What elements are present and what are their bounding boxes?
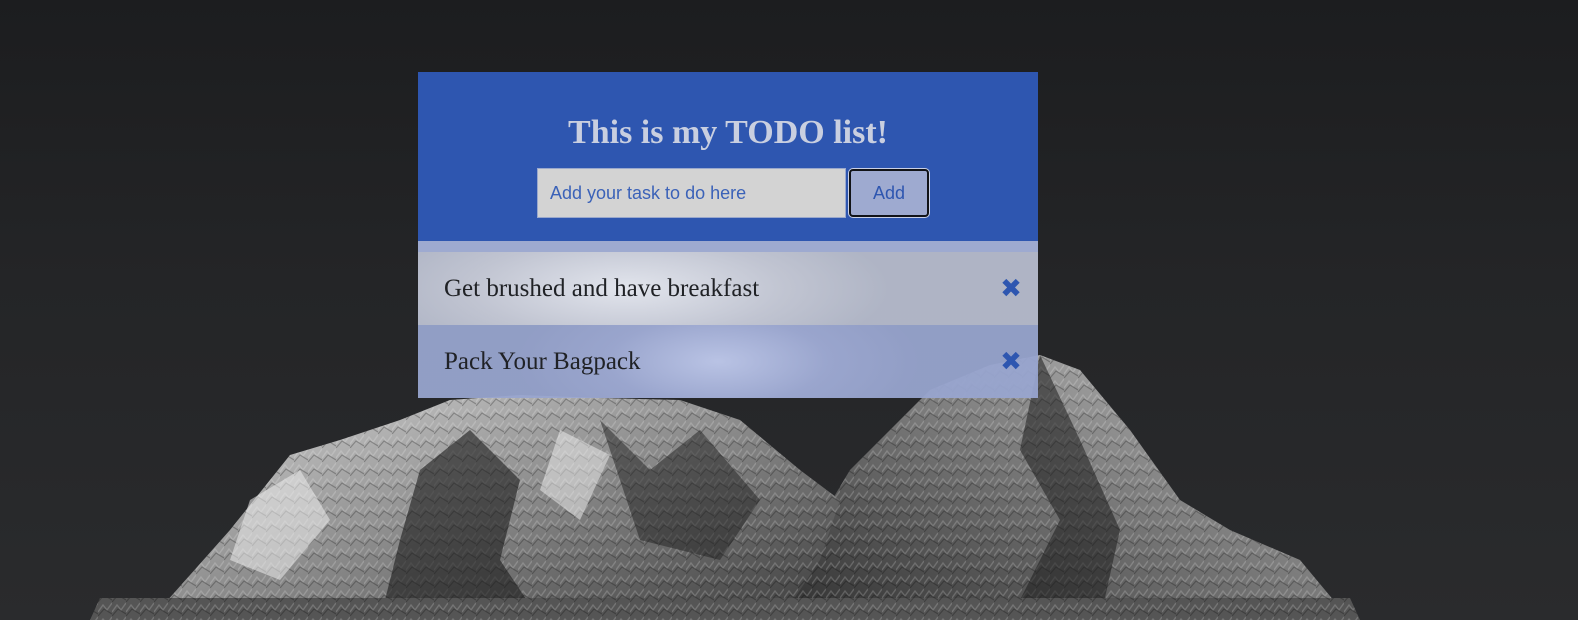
page-title: This is my TODO list!	[568, 114, 888, 151]
delete-icon[interactable]: ✖	[998, 276, 1024, 302]
task-input[interactable]	[537, 168, 846, 218]
todo-card: This is my TODO list! Add Get brushed an…	[418, 72, 1038, 398]
todo-header: This is my TODO list! Add	[418, 72, 1038, 241]
add-button[interactable]: Add	[849, 169, 929, 217]
task-text: Pack Your Bagpack	[444, 347, 641, 375]
list-item: Get brushed and have breakfast ✖	[418, 252, 1038, 325]
task-list: Get brushed and have breakfast ✖ Pack Yo…	[418, 252, 1038, 398]
delete-icon[interactable]: ✖	[998, 349, 1024, 375]
task-text: Get brushed and have breakfast	[444, 274, 760, 302]
header-divider	[418, 241, 1038, 252]
list-item: Pack Your Bagpack ✖	[418, 325, 1038, 398]
add-task-form: Add	[418, 168, 1038, 218]
